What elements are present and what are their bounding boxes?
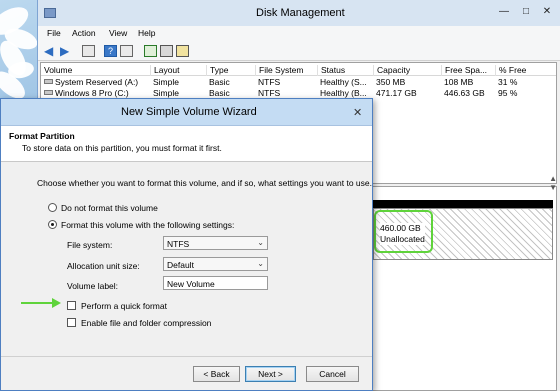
unallocated-label: 460.00 GB Unallocated bbox=[380, 223, 425, 245]
allocation-unit-value: Default bbox=[167, 260, 194, 270]
do-not-format-label[interactable]: Do not format this volume bbox=[61, 203, 158, 213]
properties-icon[interactable] bbox=[120, 45, 133, 57]
chevron-down-icon: ⌄ bbox=[257, 259, 264, 268]
volume-label-value: New Volume bbox=[167, 279, 215, 289]
file-system-value: NTFS bbox=[167, 239, 190, 249]
menu-bar: File Action View Help bbox=[38, 26, 560, 41]
layout-cell: Simple bbox=[153, 77, 179, 87]
wizard-title-bar: New Simple Volume Wizard ✕ bbox=[1, 99, 372, 126]
format-volume-label[interactable]: Format this volume with the following se… bbox=[61, 220, 234, 230]
file-system-select[interactable]: NTFS ⌄ bbox=[163, 236, 268, 250]
drive-icon bbox=[44, 90, 53, 95]
col-status[interactable]: Status bbox=[317, 65, 345, 76]
type-cell: Basic bbox=[209, 77, 230, 87]
quick-format-label[interactable]: Perform a quick format bbox=[81, 301, 167, 311]
unallocated-size: 460.00 GB bbox=[380, 223, 421, 233]
new-simple-volume-wizard: New Simple Volume Wizard ✕ Format Partit… bbox=[0, 98, 373, 391]
status-cell: Healthy (B... bbox=[320, 88, 367, 98]
menu-action[interactable]: Action bbox=[72, 28, 96, 38]
col-volume[interactable]: Volume bbox=[41, 65, 72, 76]
col-percent-free[interactable]: % Free bbox=[495, 65, 526, 76]
table-row[interactable]: System Reserved (A:) Simple Basic NTFS H… bbox=[41, 76, 556, 87]
cancel-button[interactable]: Cancel bbox=[306, 366, 359, 382]
dm-title-bar: Disk Management — □ ✕ bbox=[38, 0, 560, 26]
scroll-up-icon[interactable]: ▲ bbox=[549, 174, 557, 183]
help-icon[interactable]: ? bbox=[104, 45, 117, 57]
col-layout[interactable]: Layout bbox=[150, 65, 180, 76]
menu-help[interactable]: Help bbox=[138, 28, 155, 38]
col-file-system[interactable]: File System bbox=[255, 65, 303, 76]
disk-settings-icon[interactable] bbox=[160, 45, 173, 57]
scroll-down-icon[interactable]: ▼ bbox=[549, 183, 557, 192]
toolbar: ◀ ▶ ? bbox=[38, 41, 560, 61]
col-capacity[interactable]: Capacity bbox=[373, 65, 410, 76]
volume-name: Windows 8 Pro (C:) bbox=[55, 88, 129, 98]
layout-cell: Simple bbox=[153, 88, 179, 98]
capacity-cell: 350 MB bbox=[376, 77, 406, 87]
fs-cell: NTFS bbox=[258, 77, 281, 87]
format-volume-radio[interactable] bbox=[48, 220, 57, 229]
wizard-header-title: Format Partition bbox=[9, 131, 75, 141]
wizard-title: New Simple Volume Wizard bbox=[121, 106, 257, 118]
quick-format-checkbox[interactable] bbox=[67, 301, 76, 310]
next-button[interactable]: Next > bbox=[245, 366, 296, 382]
menu-view[interactable]: View bbox=[109, 28, 127, 38]
wizard-body: Choose whether you want to format this v… bbox=[1, 163, 372, 356]
type-cell: Basic bbox=[209, 88, 230, 98]
fs-cell: NTFS bbox=[258, 88, 281, 98]
col-free-space[interactable]: Free Spa... bbox=[441, 65, 487, 76]
pct-cell: 95 % bbox=[498, 88, 518, 98]
forward-arrow-icon[interactable]: ▶ bbox=[60, 45, 73, 57]
disk-management-app-icon bbox=[44, 8, 56, 18]
annotation-arrow-icon bbox=[21, 298, 61, 308]
volume-cell: Windows 8 Pro (C:) bbox=[41, 88, 129, 98]
close-icon[interactable]: ✕ bbox=[541, 6, 553, 18]
table-row[interactable]: Windows 8 Pro (C:) Simple Basic NTFS Hea… bbox=[41, 87, 556, 98]
status-cell: Healthy (S... bbox=[320, 77, 367, 87]
pct-cell: 31 % bbox=[498, 77, 518, 87]
volume-cell: System Reserved (A:) bbox=[41, 77, 138, 87]
volume-label-label: Volume label: bbox=[67, 281, 119, 291]
partition-header-bar bbox=[373, 200, 553, 208]
compression-label[interactable]: Enable file and folder compression bbox=[81, 318, 211, 328]
free-cell: 446.63 GB bbox=[444, 88, 485, 98]
dm-title: Disk Management bbox=[256, 7, 345, 19]
col-type[interactable]: Type bbox=[206, 65, 228, 76]
volume-name: System Reserved (A:) bbox=[55, 77, 139, 87]
wizard-header-desc: To store data on this partition, you mus… bbox=[22, 143, 222, 153]
back-button[interactable]: < Back bbox=[193, 366, 240, 382]
file-system-label: File system: bbox=[67, 240, 113, 250]
format-prompt: Choose whether you want to format this v… bbox=[37, 178, 372, 188]
unallocated-text: Unallocated bbox=[380, 234, 425, 244]
close-icon[interactable]: ✕ bbox=[353, 106, 362, 119]
do-not-format-radio[interactable] bbox=[48, 203, 57, 212]
minimize-icon[interactable]: — bbox=[498, 6, 510, 18]
volume-label-input[interactable]: New Volume bbox=[163, 276, 268, 290]
compression-checkbox[interactable] bbox=[67, 318, 76, 327]
menu-file[interactable]: File bbox=[47, 28, 61, 38]
console-tree-icon[interactable] bbox=[82, 45, 95, 57]
back-arrow-icon[interactable]: ◀ bbox=[44, 45, 57, 57]
allocation-unit-select[interactable]: Default ⌄ bbox=[163, 257, 268, 271]
rescan-icon[interactable] bbox=[176, 45, 189, 57]
drive-icon bbox=[44, 79, 53, 84]
maximize-icon[interactable]: □ bbox=[520, 6, 532, 18]
wizard-footer: < Back Next > Cancel bbox=[1, 356, 372, 390]
refresh-icon[interactable] bbox=[144, 45, 157, 57]
allocation-unit-label: Allocation unit size: bbox=[67, 261, 140, 271]
chevron-down-icon: ⌄ bbox=[257, 238, 264, 247]
wizard-header: Format Partition To store data on this p… bbox=[1, 126, 372, 162]
volume-list-header: Volume Layout Type File System Status Ca… bbox=[41, 63, 556, 76]
capacity-cell: 471.17 GB bbox=[376, 88, 417, 98]
free-cell: 108 MB bbox=[444, 77, 474, 87]
